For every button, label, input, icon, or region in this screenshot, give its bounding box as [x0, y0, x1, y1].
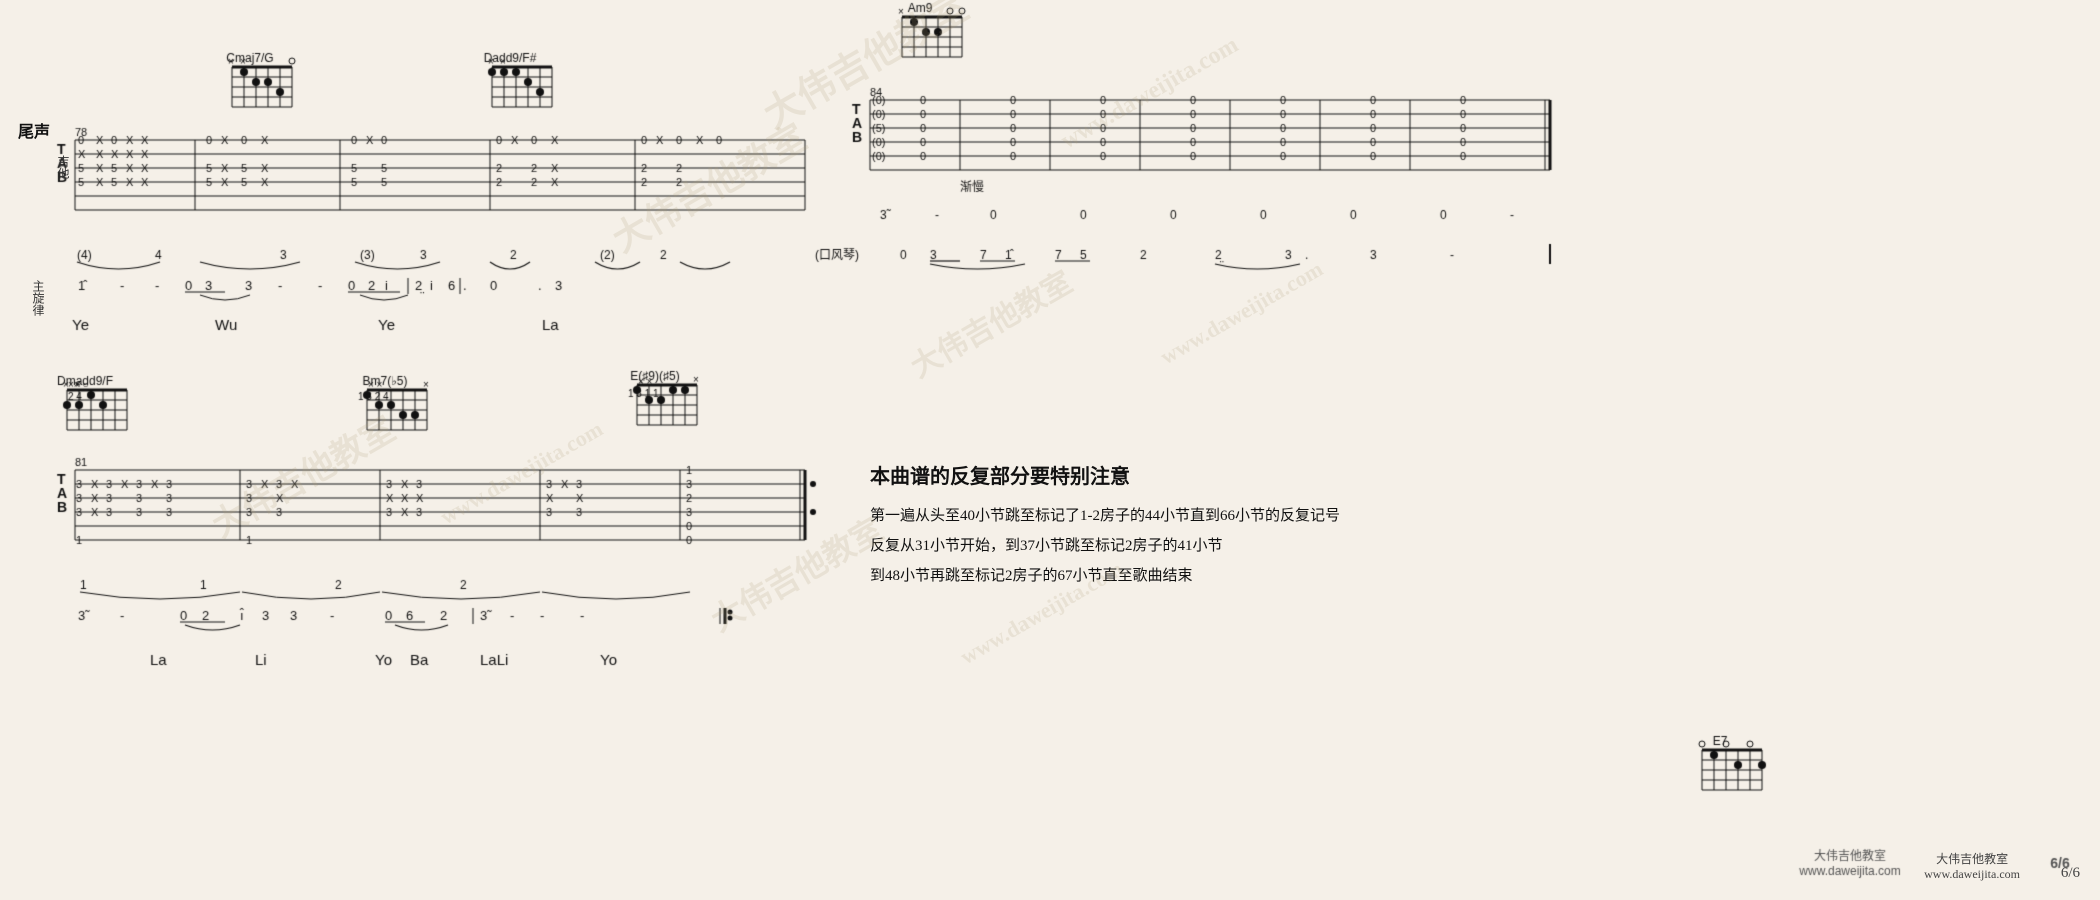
- bass-label: 主旋律: [30, 280, 47, 316]
- page-container: 大伟吉他教室 www.daweijita.com 大伟吉他教室 大伟吉他教室 w…: [0, 0, 2100, 900]
- info-title: 本曲谱的反复部分要特别注意: [870, 460, 1340, 489]
- section-label-weisheng: 尾声: [18, 118, 50, 142]
- guitar-label: 吉他: [55, 155, 72, 179]
- main-canvas: [0, 0, 2100, 900]
- info-content: 第一遍从头至40小节跳至标记了1-2房子的44小节直到66小节的反复记号 反复从…: [870, 501, 1340, 591]
- info-box: 本曲谱的反复部分要特别注意 第一遍从头至40小节跳至标记了1-2房子的44小节直…: [870, 460, 1340, 591]
- page-number: 6/6: [2061, 865, 2080, 882]
- website: www.daweijita.com: [1924, 867, 2020, 882]
- footer: 大伟吉他教室 www.daweijita.com: [1924, 850, 2020, 882]
- studio-name: 大伟吉他教室: [1924, 850, 2020, 867]
